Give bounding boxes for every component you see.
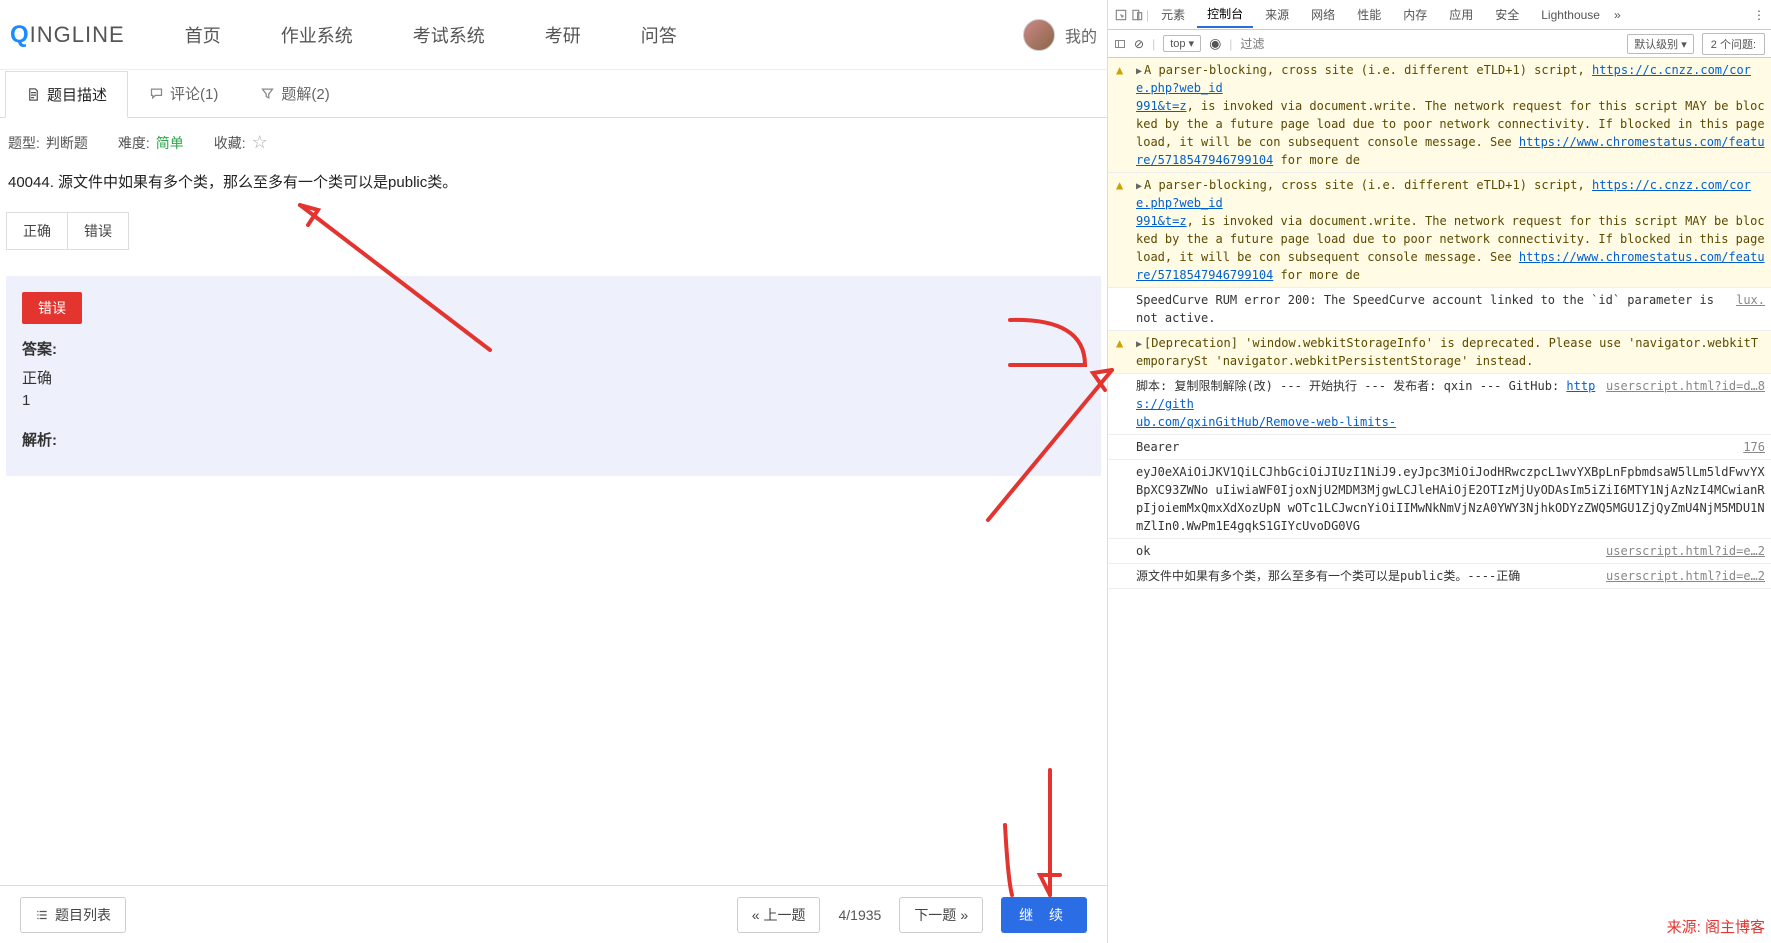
star-icon[interactable]: ☆ xyxy=(252,132,268,153)
page-indicator: 4/1935 xyxy=(838,907,881,923)
dt-tab-application[interactable]: 应用 xyxy=(1439,2,1483,27)
console-msg[interactable]: SpeedCurve RUM error 200: The SpeedCurve… xyxy=(1108,288,1771,331)
nav-exam[interactable]: 考试系统 xyxy=(413,22,485,48)
difficulty-value: 简单 xyxy=(156,133,184,153)
type-value: 判断题 xyxy=(46,133,88,153)
tab-solutions-label: 题解(2) xyxy=(281,83,329,104)
dt-tab-performance[interactable]: 性能 xyxy=(1347,2,1391,27)
console-link[interactable]: 991&t=z xyxy=(1136,214,1187,228)
filter-icon xyxy=(260,86,275,101)
prev-button[interactable]: « 上一题 xyxy=(737,897,821,933)
devtools-tabs: | 元素 控制台 来源 网络 性能 内存 应用 安全 Lighthouse » … xyxy=(1108,0,1771,30)
more-icon[interactable]: » xyxy=(1614,8,1621,22)
clear-icon[interactable]: ⊘ xyxy=(1134,37,1144,51)
answer-num: 1 xyxy=(22,392,1085,409)
list-icon xyxy=(35,908,49,922)
expand-icon[interactable]: ▶ xyxy=(1136,64,1142,79)
type-label: 题型: xyxy=(8,133,40,153)
source-link[interactable]: userscript.html?id=e…2 xyxy=(1606,542,1765,560)
comment-icon xyxy=(149,86,164,101)
context-select[interactable]: top ▾ xyxy=(1163,35,1201,52)
logo-text: INGLINE xyxy=(30,22,125,48)
devtools: | 元素 控制台 来源 网络 性能 内存 应用 安全 Lighthouse » … xyxy=(1108,0,1771,943)
tab-solutions[interactable]: 题解(2) xyxy=(239,70,350,117)
menu-icon[interactable]: ⋮ xyxy=(1753,8,1765,22)
dt-tab-network[interactable]: 网络 xyxy=(1301,2,1345,27)
dt-tab-console[interactable]: 控制台 xyxy=(1197,1,1253,28)
console-msg[interactable]: ▲ ▶A parser-blocking, cross site (i.e. d… xyxy=(1108,58,1771,173)
dt-tab-memory[interactable]: 内存 xyxy=(1393,2,1437,27)
dt-tab-lighthouse[interactable]: Lighthouse xyxy=(1531,4,1610,26)
nav-kaoyan[interactable]: 考研 xyxy=(545,22,581,48)
console-msg[interactable]: Bearer 176 xyxy=(1108,435,1771,460)
source-link[interactable]: userscript.html?id=d…8 xyxy=(1606,377,1765,395)
filter-input[interactable] xyxy=(1240,37,1619,51)
source-link[interactable]: 176 xyxy=(1743,438,1765,456)
inspect-icon[interactable] xyxy=(1114,8,1128,22)
difficulty-label: 难度: xyxy=(118,133,150,153)
choice-true[interactable]: 正确 xyxy=(6,212,67,250)
nav-mine[interactable]: 我的 xyxy=(1065,23,1097,47)
console-link[interactable]: ub.com/qxinGitHub/Remove-web-limits- xyxy=(1136,415,1396,429)
question-list-button[interactable]: 题目列表 xyxy=(20,897,126,933)
tab-comments-label: 评论(1) xyxy=(170,83,218,104)
next-button[interactable]: 下一题 » xyxy=(899,897,983,933)
eye-icon[interactable]: ◉ xyxy=(1209,35,1221,52)
answer-value: 正确 xyxy=(22,367,1085,388)
tab-description-label: 题目描述 xyxy=(47,84,107,105)
source-link[interactable]: lux. xyxy=(1736,291,1765,309)
console-msg[interactable]: ▲ ▶[Deprecation] 'window.webkitStorageIn… xyxy=(1108,331,1771,374)
warning-icon: ▲ xyxy=(1116,176,1130,284)
warning-icon: ▲ xyxy=(1116,334,1130,370)
tab-comments[interactable]: 评论(1) xyxy=(128,70,239,117)
warning-icon: ▲ xyxy=(1116,61,1130,169)
nav-home[interactable]: 首页 xyxy=(185,22,221,48)
console-msg[interactable]: 源文件中如果有多个类，那么至多有一个类可以是public类。----正确 use… xyxy=(1108,564,1771,589)
console-link[interactable]: 991&t=z xyxy=(1136,99,1187,113)
level-select[interactable]: 默认级别 ▾ xyxy=(1627,34,1694,54)
content-tabs: 题目描述 评论(1) 题解(2) xyxy=(0,70,1107,118)
issues-button[interactable]: 2 个问题: xyxy=(1702,33,1765,55)
expand-icon[interactable]: ▶ xyxy=(1136,337,1142,352)
top-nav: QINGLINE 首页 作业系统 考试系统 考研 问答 我的 xyxy=(0,0,1107,70)
choice-false[interactable]: 错误 xyxy=(67,212,129,250)
console-msg[interactable]: 脚本: 复制限制解除(改) --- 开始执行 --- 发布者: qxin ---… xyxy=(1108,374,1771,435)
continue-button[interactable]: 继 续 xyxy=(1001,897,1087,933)
avatar[interactable] xyxy=(1023,19,1055,51)
console-output[interactable]: ▲ ▶A parser-blocking, cross site (i.e. d… xyxy=(1108,58,1771,943)
dt-tab-elements[interactable]: 元素 xyxy=(1151,2,1195,27)
prev-label: 上一题 xyxy=(763,905,805,925)
console-msg[interactable]: ▲ ▶A parser-blocking, cross site (i.e. d… xyxy=(1108,173,1771,288)
nav-qa[interactable]: 问答 xyxy=(641,22,677,48)
favorite-label: 收藏: xyxy=(214,133,246,153)
result-badge: 错误 xyxy=(22,292,82,324)
chevron-right-icon: » xyxy=(960,907,968,923)
next-label: 下一题 xyxy=(914,905,956,925)
document-icon xyxy=(26,87,41,102)
dt-tab-sources[interactable]: 来源 xyxy=(1255,2,1299,27)
meta-row: 题型: 判断题 难度: 简单 收藏: ☆ xyxy=(0,118,1107,167)
sidebar-toggle-icon[interactable] xyxy=(1114,38,1126,50)
expand-icon[interactable]: ▶ xyxy=(1136,179,1142,194)
question-list-label: 题目列表 xyxy=(55,905,111,925)
dt-tab-security[interactable]: 安全 xyxy=(1485,2,1529,27)
chevron-left-icon: « xyxy=(752,907,760,923)
answer-panel: 错误 答案: 正确 1 解析: xyxy=(6,276,1101,476)
logo-q: Q xyxy=(10,21,30,49)
nav-homework[interactable]: 作业系统 xyxy=(281,22,353,48)
console-msg[interactable]: ok userscript.html?id=e…2 xyxy=(1108,539,1771,564)
tab-description[interactable]: 题目描述 xyxy=(5,71,128,118)
answer-label: 答案: xyxy=(22,338,1085,359)
device-icon[interactable] xyxy=(1130,8,1144,22)
footer-bar: 题目列表 « 上一题 4/1935 下一题 » 继 续 xyxy=(0,885,1107,943)
question-text: 40044. 源文件中如果有多个类，那么至多有一个类可以是public类。 xyxy=(0,167,1107,210)
watermark: 来源: 阁主博客 xyxy=(1667,916,1765,937)
logo[interactable]: QINGLINE xyxy=(10,21,125,49)
devtools-subbar: ⊘ | top ▾ ◉ | 默认级别 ▾ 2 个问题: xyxy=(1108,30,1771,58)
explain-label: 解析: xyxy=(22,429,1085,450)
source-link[interactable]: userscript.html?id=e…2 xyxy=(1606,567,1765,585)
console-msg[interactable]: eyJ0eXAiOiJKV1QiLCJhbGciOiJIUzI1NiJ9.eyJ… xyxy=(1108,460,1771,539)
